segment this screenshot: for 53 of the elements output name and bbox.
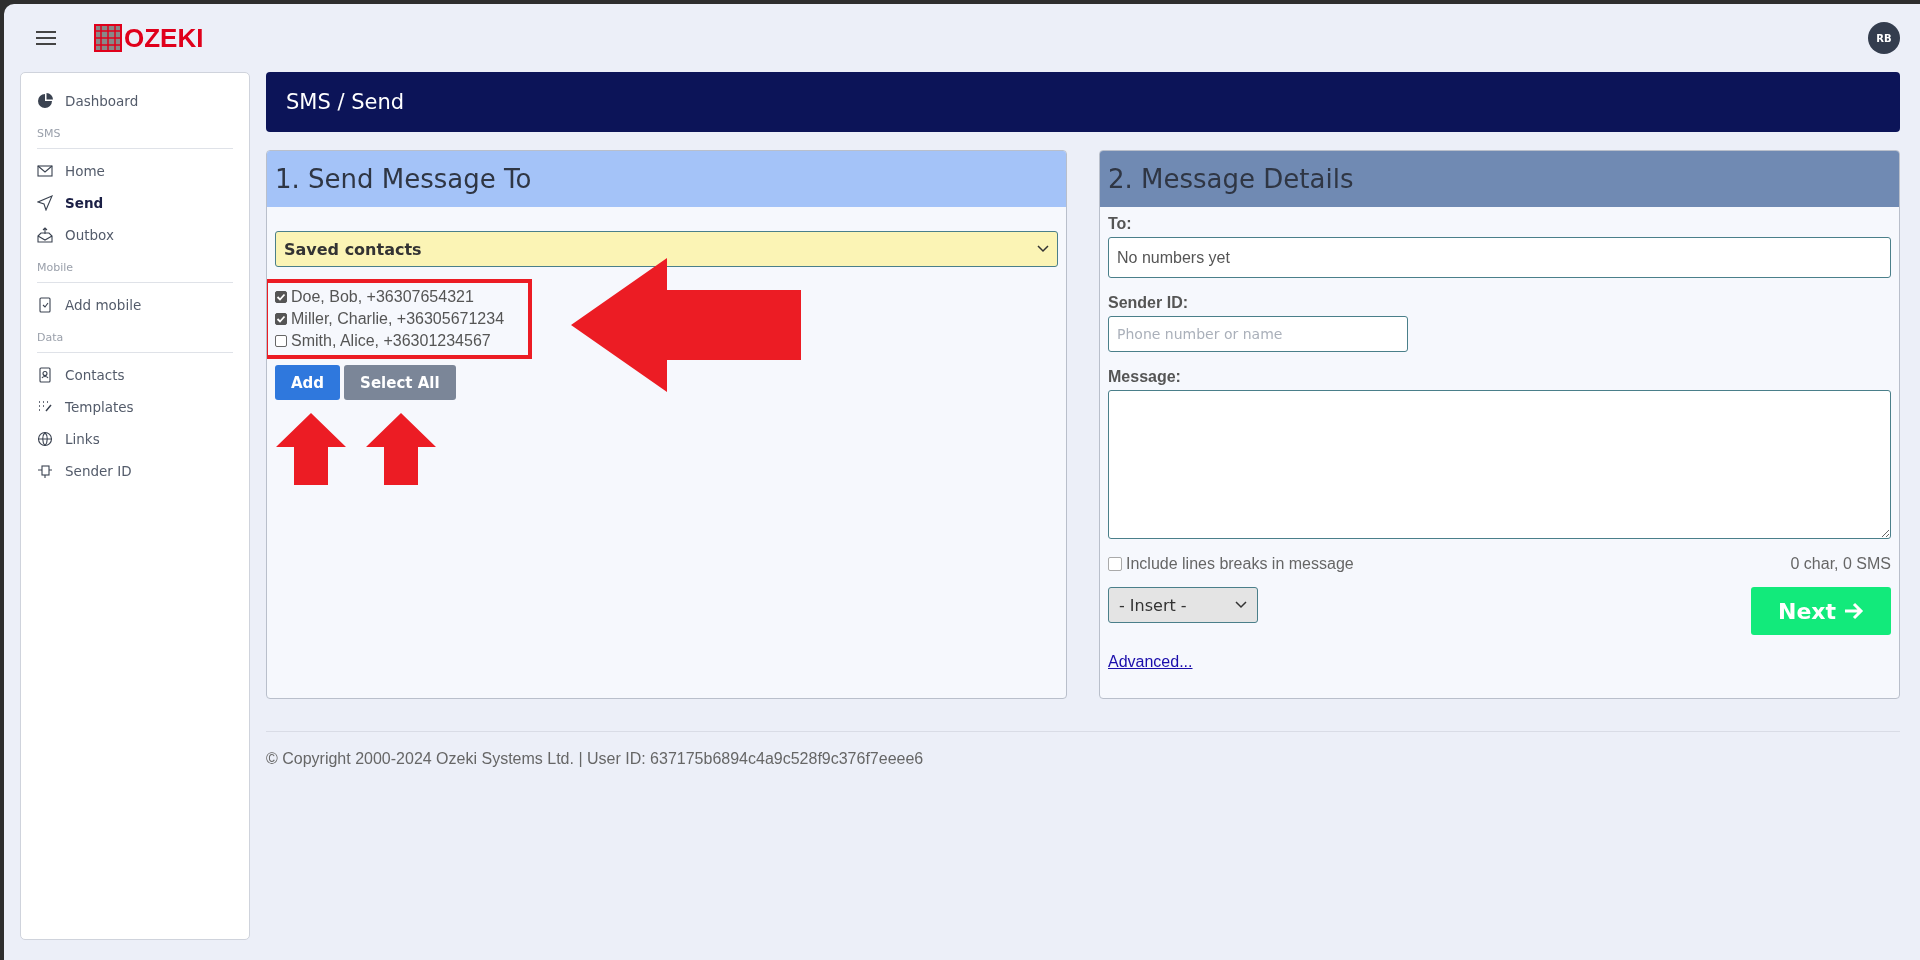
copyright-text: © Copyright 2000-2024 Ozeki Systems Ltd. | User ID: 637175b6894c4a9c528f9c376f7eeee6 xyxy=(266,750,925,768)
insert-select[interactable]: - Insert - xyxy=(1108,587,1258,623)
sidebar-item[interactable]: Sender ID xyxy=(37,455,233,487)
section-heading: SMS xyxy=(37,127,233,149)
envelope-icon xyxy=(37,163,53,179)
message-field[interactable] xyxy=(1108,390,1891,539)
field-label: Sender ID: xyxy=(1108,294,1189,312)
sidebar-item[interactable]: Add mobile xyxy=(37,289,233,321)
menu-icon[interactable] xyxy=(36,31,56,45)
pie-chart-icon xyxy=(37,93,53,109)
checkbox[interactable] xyxy=(275,313,287,325)
advanced-link[interactable]: Advanced... xyxy=(1108,653,1193,671)
checkbox[interactable] xyxy=(275,291,287,303)
chevron-down-icon xyxy=(1037,245,1049,253)
section-heading: Mobile xyxy=(37,261,233,283)
sidebar-item[interactable]: Home xyxy=(37,155,233,187)
logo-icon xyxy=(94,24,122,52)
up-arrow-shape xyxy=(366,413,436,485)
contacts-icon xyxy=(37,367,53,383)
globe-icon xyxy=(37,431,53,447)
logo-text: OZEKI xyxy=(124,22,204,54)
checkbox-label: Include lines breaks in message xyxy=(1126,555,1354,573)
checkbox[interactable] xyxy=(275,335,287,347)
sender-id-field[interactable]: Phone number or name xyxy=(1108,316,1408,352)
sidebar-item[interactable]: Links xyxy=(37,423,233,455)
contact-label: Doe, Bob, +36307654321 xyxy=(291,288,474,306)
card-heading: 2. Message Details xyxy=(1100,151,1899,207)
contacts-source-select[interactable]: Saved contacts xyxy=(275,231,1058,267)
right-arrow-icon xyxy=(1844,602,1864,620)
chevron-down-icon xyxy=(1235,601,1247,609)
card-heading: 1. Send Message To xyxy=(267,151,1066,207)
sender-icon xyxy=(37,463,53,479)
page-title-bar: SMS / Send xyxy=(266,72,1900,132)
to-field[interactable]: No numbers yet xyxy=(1108,237,1891,278)
phone-icon xyxy=(37,297,53,313)
field-label: Message: xyxy=(1108,368,1182,386)
sidebar-item[interactable]: Dashboard xyxy=(37,85,233,117)
field-label: To: xyxy=(1108,215,1133,233)
character-counter: 0 char, 0 SMS xyxy=(1790,555,1891,573)
contact-label: Miller, Charlie, +36305671234 xyxy=(291,310,505,328)
up-arrow-shape xyxy=(276,413,346,485)
sidebar-item[interactable]: Send xyxy=(37,187,233,219)
sidebar-item[interactable]: Contacts xyxy=(37,359,233,391)
send-icon xyxy=(37,195,53,211)
user-avatar[interactable]: RB xyxy=(1868,22,1900,54)
add-button[interactable]: Add xyxy=(275,365,341,400)
contact-label: Smith, Alice, +36301234567 xyxy=(291,332,491,350)
sidebar-item[interactable]: Outbox xyxy=(37,219,233,251)
select-all-button[interactable]: Select All xyxy=(344,365,456,400)
sidebar-item[interactable]: Templates xyxy=(37,391,233,423)
checkbox[interactable] xyxy=(1108,557,1122,571)
section-heading: Data xyxy=(37,331,233,353)
outbox-icon xyxy=(37,227,53,243)
